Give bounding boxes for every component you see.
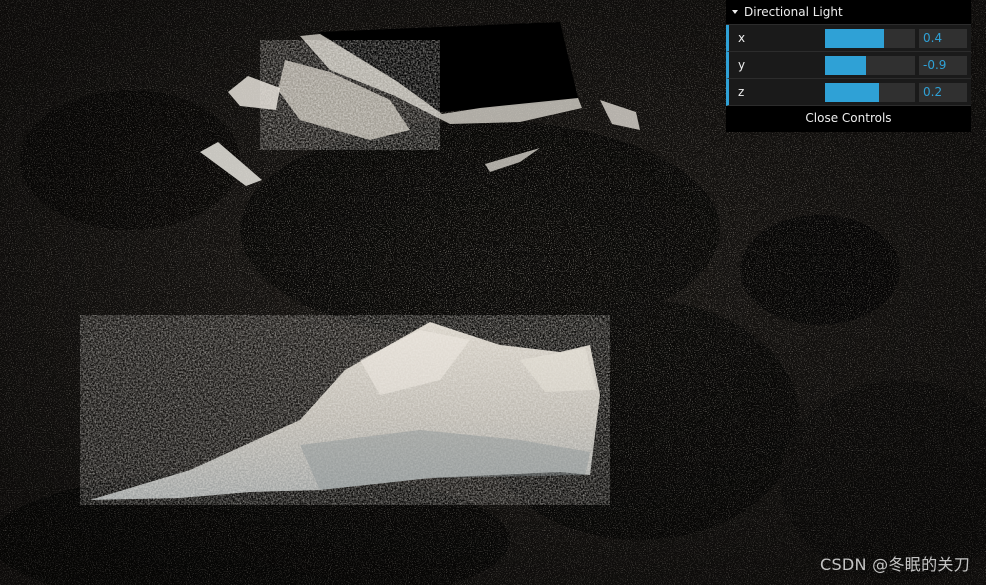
value-input-z[interactable] [919, 83, 967, 102]
watermark: CSDN @冬眠的关刀 [819, 555, 970, 574]
slider-z[interactable] [825, 83, 915, 102]
folder-title-label: Directional Light [744, 5, 843, 19]
controls-panel: Directional Light x y z Close Controls [726, 0, 971, 132]
control-label-z: z [738, 85, 745, 99]
slider-x[interactable] [825, 29, 915, 48]
slider-fill-x [825, 29, 884, 48]
control-row-x: x [726, 25, 971, 52]
close-controls-button[interactable]: Close Controls [726, 106, 971, 132]
value-input-x[interactable] [919, 29, 967, 48]
control-label-y: y [738, 58, 746, 72]
value-input-y[interactable] [919, 56, 967, 75]
slider-fill-y [825, 56, 866, 75]
slider-fill-z [825, 83, 879, 102]
folder-title-directional-light[interactable]: Directional Light [726, 0, 971, 25]
control-label-x: x [738, 31, 746, 45]
control-row-z: z [726, 79, 971, 106]
slider-y[interactable] [825, 56, 915, 75]
caret-down-icon [732, 10, 738, 14]
control-row-y: y [726, 52, 971, 79]
